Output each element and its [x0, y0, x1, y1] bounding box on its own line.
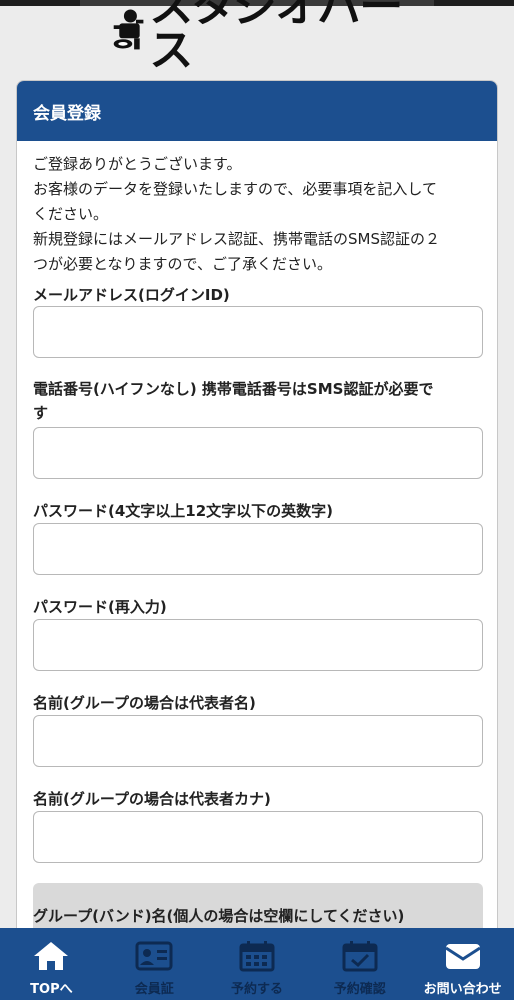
- calendar-check-icon: [342, 941, 378, 972]
- intro-line: お客様のデータを登録いたしますので、必要事項を記入して: [33, 180, 437, 198]
- card-header: 会員登録: [17, 81, 497, 141]
- intro-text: ご登録ありがとうございます。 お客様のデータを登録いたしますので、必要事項を記入…: [17, 141, 497, 277]
- status-segment: [0, 0, 80, 6]
- phone-field[interactable]: [33, 427, 483, 479]
- logo-text: スタジオパース: [149, 0, 403, 76]
- phone-label-line1: 電話番号(ハイフンなし) 携帯電話番号はSMS認証が必要で: [33, 380, 434, 398]
- intro-line: 新規登録にはメールアドレス認証、携帯電話のSMS認証の２: [33, 230, 440, 248]
- page-title: 会員登録: [33, 103, 101, 124]
- name-label: 名前(グループの場合は代表者名): [33, 694, 256, 712]
- phone-label: 電話番号(ハイフンなし) 携帯電話番号はSMS認証が必要で す: [33, 377, 489, 425]
- intro-line: ください。: [33, 205, 109, 223]
- group-name-label: グループ(バンド)名(個人の場合は空欄にしてください): [33, 907, 405, 925]
- intro-line: ご登録ありがとうございます。: [33, 155, 242, 173]
- name-kana-field[interactable]: [33, 811, 483, 863]
- mail-icon: [444, 944, 481, 969]
- nav-label: TOPへ: [30, 982, 73, 997]
- registration-card: 会員登録 ご登録ありがとうございます。 お客様のデータを登録いたしますので、必要…: [16, 80, 498, 980]
- name-field[interactable]: [33, 715, 483, 767]
- email-label: メールアドレス(ログインID): [33, 286, 230, 304]
- nav-label: 会員証: [134, 982, 174, 997]
- nav-item-top[interactable]: TOPへ: [0, 928, 103, 1000]
- email-field[interactable]: [33, 306, 483, 358]
- brand-logo[interactable]: スタジオパース: [110, 0, 420, 73]
- calendar-icon: [239, 941, 275, 972]
- home-icon: [34, 942, 69, 970]
- password-confirm-field[interactable]: [33, 619, 483, 671]
- intro-line: つが必要となりますので、ご了承ください。: [33, 255, 332, 273]
- nav-item-contact[interactable]: お問い合わせ: [411, 928, 514, 1000]
- nav-label: お問い合わせ: [423, 982, 502, 997]
- status-segment: [434, 0, 514, 6]
- phone-label-line2: す: [33, 404, 49, 422]
- nav-label: 予約する: [230, 982, 283, 997]
- nav-item-reserve[interactable]: 予約する: [206, 928, 309, 1000]
- mascot-icon: [113, 9, 144, 50]
- nav-item-reservation-check[interactable]: 予約確認: [308, 928, 411, 1000]
- password-confirm-label: パスワード(再入力): [33, 598, 167, 616]
- nav-item-member-card[interactable]: 会員証: [103, 928, 206, 1000]
- bottom-nav: TOPへ 会員証 予約する 予約確認 お問い合わせ: [0, 928, 514, 1000]
- member-card-icon: [135, 941, 173, 971]
- password-label: パスワード(4文字以上12文字以下の英数字): [33, 502, 334, 520]
- password-field[interactable]: [33, 523, 483, 575]
- nav-label: 予約確認: [333, 982, 386, 997]
- name-kana-label: 名前(グループの場合は代表者カナ): [33, 790, 271, 808]
